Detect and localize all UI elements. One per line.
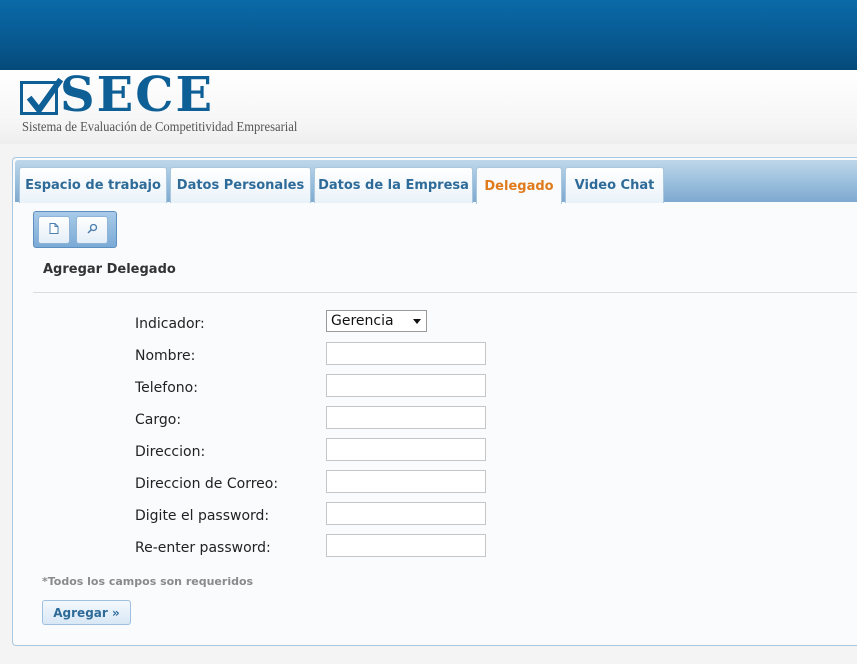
checkbox-logo-icon <box>20 78 64 115</box>
nombre-label: Nombre: <box>135 348 196 364</box>
tab-espacio-de-trabajo[interactable]: Espacio de trabajo <box>19 167 167 203</box>
cargo-label: Cargo: <box>135 412 182 428</box>
indicator-label: Indicador: <box>135 316 205 332</box>
tab-bar: Espacio de trabajo Datos Personales Dato… <box>15 160 857 204</box>
agregar-button[interactable]: Agregar » <box>42 600 131 625</box>
password-label: Digite el password: <box>135 508 270 524</box>
direccion-input[interactable] <box>326 438 486 461</box>
telefono-label: Telefono: <box>135 380 198 396</box>
telefono-input[interactable] <box>326 374 486 397</box>
tab-datos-personales[interactable]: Datos Personales <box>170 167 311 203</box>
required-note: *Todos los campos son requeridos <box>42 575 254 588</box>
logo: SECE <box>20 67 215 123</box>
document-icon <box>49 223 59 237</box>
header: SECE Sistema de Evaluación de Competitiv… <box>0 70 857 144</box>
password-input[interactable] <box>326 502 486 525</box>
tab-video-chat[interactable]: Video Chat <box>565 167 664 203</box>
tab-delegado[interactable]: Delegado <box>476 167 562 204</box>
logo-subtitle: Sistema de Evaluación de Competitividad … <box>22 120 298 135</box>
direccion-label: Direccion: <box>135 444 206 460</box>
top-banner <box>0 0 857 70</box>
form-title: Agregar Delegado <box>43 262 176 277</box>
new-document-button[interactable] <box>38 216 70 244</box>
correo-input[interactable] <box>326 470 486 493</box>
logo-text: SECE <box>60 67 215 123</box>
indicator-select[interactable]: Gerencia <box>326 310 427 332</box>
cargo-input[interactable] <box>326 406 486 429</box>
confirm-password-label: Re-enter password: <box>135 540 271 556</box>
main-panel: Espacio de trabajo Datos Personales Dato… <box>12 157 857 646</box>
confirm-password-input[interactable] <box>326 534 486 557</box>
indicator-value: Gerencia <box>331 313 394 329</box>
correo-label: Direccion de Correo: <box>135 476 279 492</box>
search-button[interactable] <box>76 216 108 244</box>
dropdown-arrow-icon <box>413 319 421 324</box>
divider <box>33 292 857 293</box>
nombre-input[interactable] <box>326 342 486 365</box>
tab-datos-empresa[interactable]: Datos de la Empresa <box>314 167 473 203</box>
search-icon <box>86 223 98 237</box>
toolbar <box>33 211 117 248</box>
